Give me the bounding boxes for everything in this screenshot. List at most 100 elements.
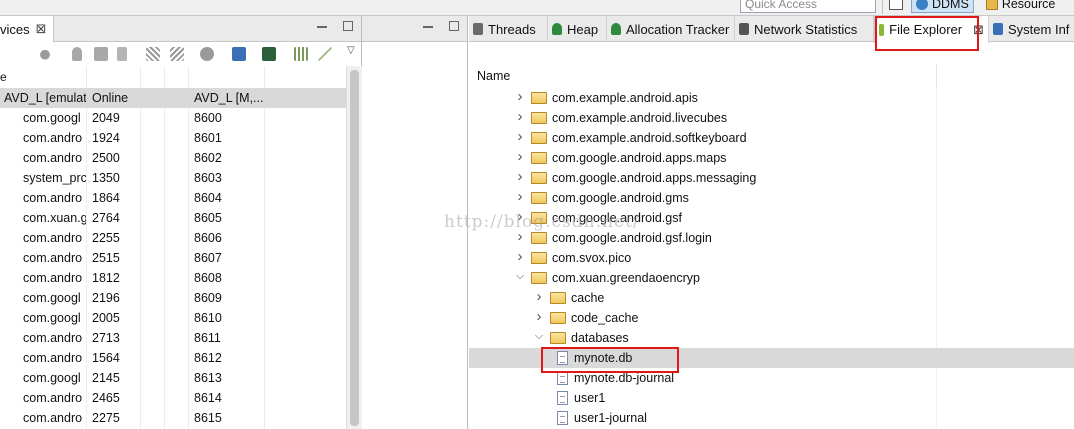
chevron-down-icon[interactable]: ⌵ xyxy=(534,330,544,343)
chevron-right-icon[interactable]: › xyxy=(515,168,525,185)
process-name-cell: com.andro xyxy=(23,331,83,345)
update-heap-icon[interactable] xyxy=(72,47,82,61)
process-row[interactable]: com.andro 1864 8604 xyxy=(0,188,346,208)
file-explorer-tree: › com.example.android.apis › com.example.an… xyxy=(469,88,1074,428)
folder-icon xyxy=(531,252,547,264)
start-method-profiling-icon[interactable] xyxy=(170,47,184,61)
maximize-icon[interactable] xyxy=(343,21,353,31)
process-row[interactable]: com.andro 2515 8607 xyxy=(0,248,346,268)
chevron-right-icon[interactable]: › xyxy=(515,88,525,105)
quick-access-input[interactable]: Quick Access xyxy=(740,0,876,13)
allocation-icon xyxy=(611,23,621,35)
tab-label: Allocation Tracker xyxy=(626,21,730,37)
process-row[interactable]: com.googl 2196 8609 xyxy=(0,288,346,308)
process-name-cell: com.andro xyxy=(23,391,83,405)
tree-folder-row[interactable]: › com.example.android.livecubes xyxy=(469,108,1074,128)
maximize-icon[interactable] xyxy=(449,21,459,31)
chevron-right-icon[interactable]: › xyxy=(534,308,544,325)
tree-folder-row[interactable]: ⌵ com.xuan.greendaoencryp xyxy=(469,268,1074,288)
process-row[interactable]: com.andro 2465 8614 xyxy=(0,388,346,408)
chevron-right-icon[interactable]: › xyxy=(515,228,525,245)
tree-folder-row[interactable]: ⌵ databases xyxy=(469,328,1074,348)
perspective-resource[interactable]: Resource xyxy=(982,0,1060,13)
dump-view-hierarchy-icon[interactable] xyxy=(262,47,276,61)
tree-file-row[interactable]: user1-journal xyxy=(469,408,1074,428)
tab-devices-label: vices xyxy=(0,21,30,37)
process-row[interactable]: com.andro 1924 8601 xyxy=(0,128,346,148)
tree-folder-row[interactable]: › cache xyxy=(469,288,1074,308)
devices-toolbar: ▽ xyxy=(0,42,361,66)
process-row[interactable]: com.andro 1564 8612 xyxy=(0,348,346,368)
chevron-right-icon[interactable]: › xyxy=(515,188,525,205)
minimize-icon[interactable] xyxy=(423,26,433,29)
tree-folder-row[interactable]: › com.example.android.softkeyboard xyxy=(469,128,1074,148)
minimize-icon[interactable] xyxy=(317,26,327,29)
process-row[interactable]: com.andro 1812 8608 xyxy=(0,268,346,288)
process-row[interactable]: com.googl 2005 8610 xyxy=(0,308,346,328)
tree-file-row[interactable]: mynote.db-journal xyxy=(469,368,1074,388)
tab-system-inf[interactable]: System Inf xyxy=(989,16,1074,42)
process-row[interactable]: com.xuan.g 2764 8605 xyxy=(0,208,346,228)
process-row[interactable]: com.googl 2049 8600 xyxy=(0,108,346,128)
folder-icon xyxy=(531,152,547,164)
stop-process-icon[interactable] xyxy=(200,47,214,61)
process-row[interactable]: system_prc 1350 8603 xyxy=(0,168,346,188)
tab-threads[interactable]: Threads xyxy=(469,16,548,42)
file-explorer-column-header: Name xyxy=(469,64,1074,88)
tree-folder-row[interactable]: › com.google.android.apps.maps xyxy=(469,148,1074,168)
column-name-header[interactable]: e xyxy=(0,70,7,84)
debug-bug-icon[interactable] xyxy=(38,47,52,61)
devices-scrollbar[interactable] xyxy=(346,66,362,429)
chevron-right-icon[interactable]: › xyxy=(515,208,525,225)
tree-folder-row[interactable]: › com.google.android.gms xyxy=(469,188,1074,208)
pid-cell: Online xyxy=(92,91,129,105)
device-row[interactable]: AVD_L [emulat Online AVD_L [M,... xyxy=(0,88,346,108)
tab-devices[interactable]: vices ⊠ xyxy=(0,16,54,42)
tab-network-statistics[interactable]: Network Statistics xyxy=(735,16,874,42)
dump-hprof-icon[interactable] xyxy=(94,47,108,61)
pid-cell: 2196 xyxy=(92,291,120,305)
process-row[interactable]: com.googl 2145 8613 xyxy=(0,368,346,388)
tree-item-label: com.example.android.livecubes xyxy=(552,111,728,125)
chevron-right-icon[interactable]: › xyxy=(515,108,525,125)
update-threads-icon[interactable] xyxy=(146,47,160,61)
chevron-down-icon[interactable]: ⌵ xyxy=(515,270,525,283)
tree-folder-row[interactable]: › com.google.android.gsf xyxy=(469,208,1074,228)
pid-cell: 2764 xyxy=(92,211,120,225)
tree-folder-row[interactable]: › code_cache xyxy=(469,308,1074,328)
close-icon[interactable]: ⊠ xyxy=(973,22,984,38)
opengl-trace-icon[interactable] xyxy=(318,47,332,61)
tab-heap[interactable]: Heap xyxy=(548,16,607,42)
view-menu-chevron-icon[interactable]: ▽ xyxy=(347,45,355,56)
tree-file-row[interactable]: user1 xyxy=(469,388,1074,408)
process-row[interactable]: com.andro 2713 8611 xyxy=(0,328,346,348)
chevron-right-icon[interactable]: › xyxy=(515,148,525,165)
chevron-right-icon[interactable]: › xyxy=(515,248,525,265)
chevron-right-icon[interactable]: › xyxy=(515,128,525,145)
column-name-header[interactable]: Name xyxy=(477,69,510,83)
tab-file-explorer[interactable]: File Explorer ⊠ xyxy=(874,16,989,43)
cause-gc-icon[interactable] xyxy=(117,47,127,61)
port-cell: 8611 xyxy=(194,331,221,345)
open-perspective-icon[interactable] xyxy=(889,0,903,10)
tree-folder-row[interactable]: › com.google.android.gsf.login xyxy=(469,228,1074,248)
process-name-cell: com.googl xyxy=(23,311,81,325)
tree-folder-row[interactable]: › com.example.android.apis xyxy=(469,88,1074,108)
close-icon[interactable]: ⊠ xyxy=(36,21,47,37)
tree-folder-row[interactable]: › com.svox.pico xyxy=(469,248,1074,268)
systrace-icon[interactable] xyxy=(294,47,308,61)
process-row[interactable]: com.andro 2255 8606 xyxy=(0,228,346,248)
threads-icon xyxy=(473,23,483,35)
folder-icon xyxy=(531,272,547,284)
devices-view-controls xyxy=(317,20,353,31)
chevron-right-icon[interactable]: › xyxy=(534,288,544,305)
tree-file-row[interactable]: mynote.db xyxy=(469,348,1074,368)
perspective-ddms[interactable]: DDMS xyxy=(911,0,974,13)
process-row[interactable]: com.andro 2500 8602 xyxy=(0,148,346,168)
devices-scroll-thumb[interactable] xyxy=(350,70,359,426)
screen-capture-icon[interactable] xyxy=(232,47,246,61)
port-cell: 8603 xyxy=(194,171,222,185)
tree-folder-row[interactable]: › com.google.android.apps.messaging xyxy=(469,168,1074,188)
tab-allocation-tracker[interactable]: Allocation Tracker xyxy=(607,16,735,42)
process-row[interactable]: com.andro 2275 8615 xyxy=(0,408,346,428)
